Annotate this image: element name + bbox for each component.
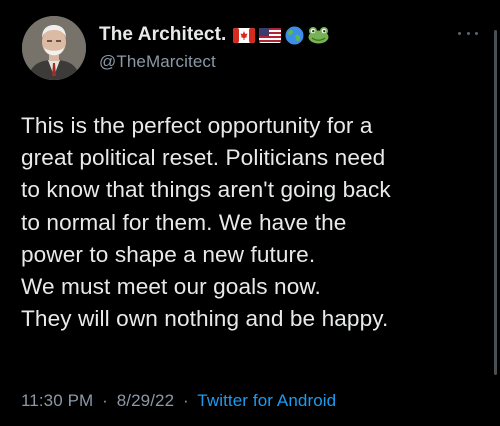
tweet-source-link[interactable]: Twitter for Android	[197, 391, 336, 410]
scrollbar[interactable]	[494, 30, 497, 375]
tweet-text-line: They will own nothing and be happy.	[21, 306, 389, 332]
tweet-text-line: This is the perfect opportunity for a	[21, 113, 373, 138]
frog-icon	[308, 27, 329, 44]
tweet-text-line: to normal for them. We have the	[21, 209, 347, 235]
tweet-text-line: We must meet our goals now.	[21, 274, 321, 300]
name-row: The Architect.	[99, 22, 329, 48]
globe-icon	[285, 26, 304, 44]
meta-separator: ·	[182, 391, 189, 410]
tweet-time[interactable]: 11:30 PM	[21, 391, 93, 410]
tweet-date[interactable]: 8/29/22	[117, 391, 174, 410]
canada-flag-icon	[233, 27, 256, 43]
name-badges	[233, 26, 329, 45]
avatar-photo	[22, 16, 86, 80]
us-flag-icon	[259, 27, 282, 43]
avatar[interactable]	[22, 16, 86, 80]
tweet-text-line: power to shape a new future.	[21, 241, 316, 267]
more-options-icon[interactable]	[458, 28, 478, 38]
tweet-header: The Architect. @TheMarcitect	[99, 22, 329, 72]
tweet-text-line: to know that things aren't going back	[21, 177, 391, 203]
tweet-text: This is the perfect opportunity for a gr…	[21, 110, 483, 335]
display-name[interactable]: The Architect.	[99, 24, 226, 46]
user-handle[interactable]: @TheMarcitect	[99, 52, 329, 72]
meta-separator: ·	[102, 391, 108, 410]
tweet-text-line: great political reset. Politicians need	[21, 145, 386, 171]
tweet-card: The Architect. @TheMarcitect This is the…	[0, 0, 500, 426]
tweet-meta: 11:30 PM · 8/29/22 · Twitter for Android	[21, 391, 336, 411]
